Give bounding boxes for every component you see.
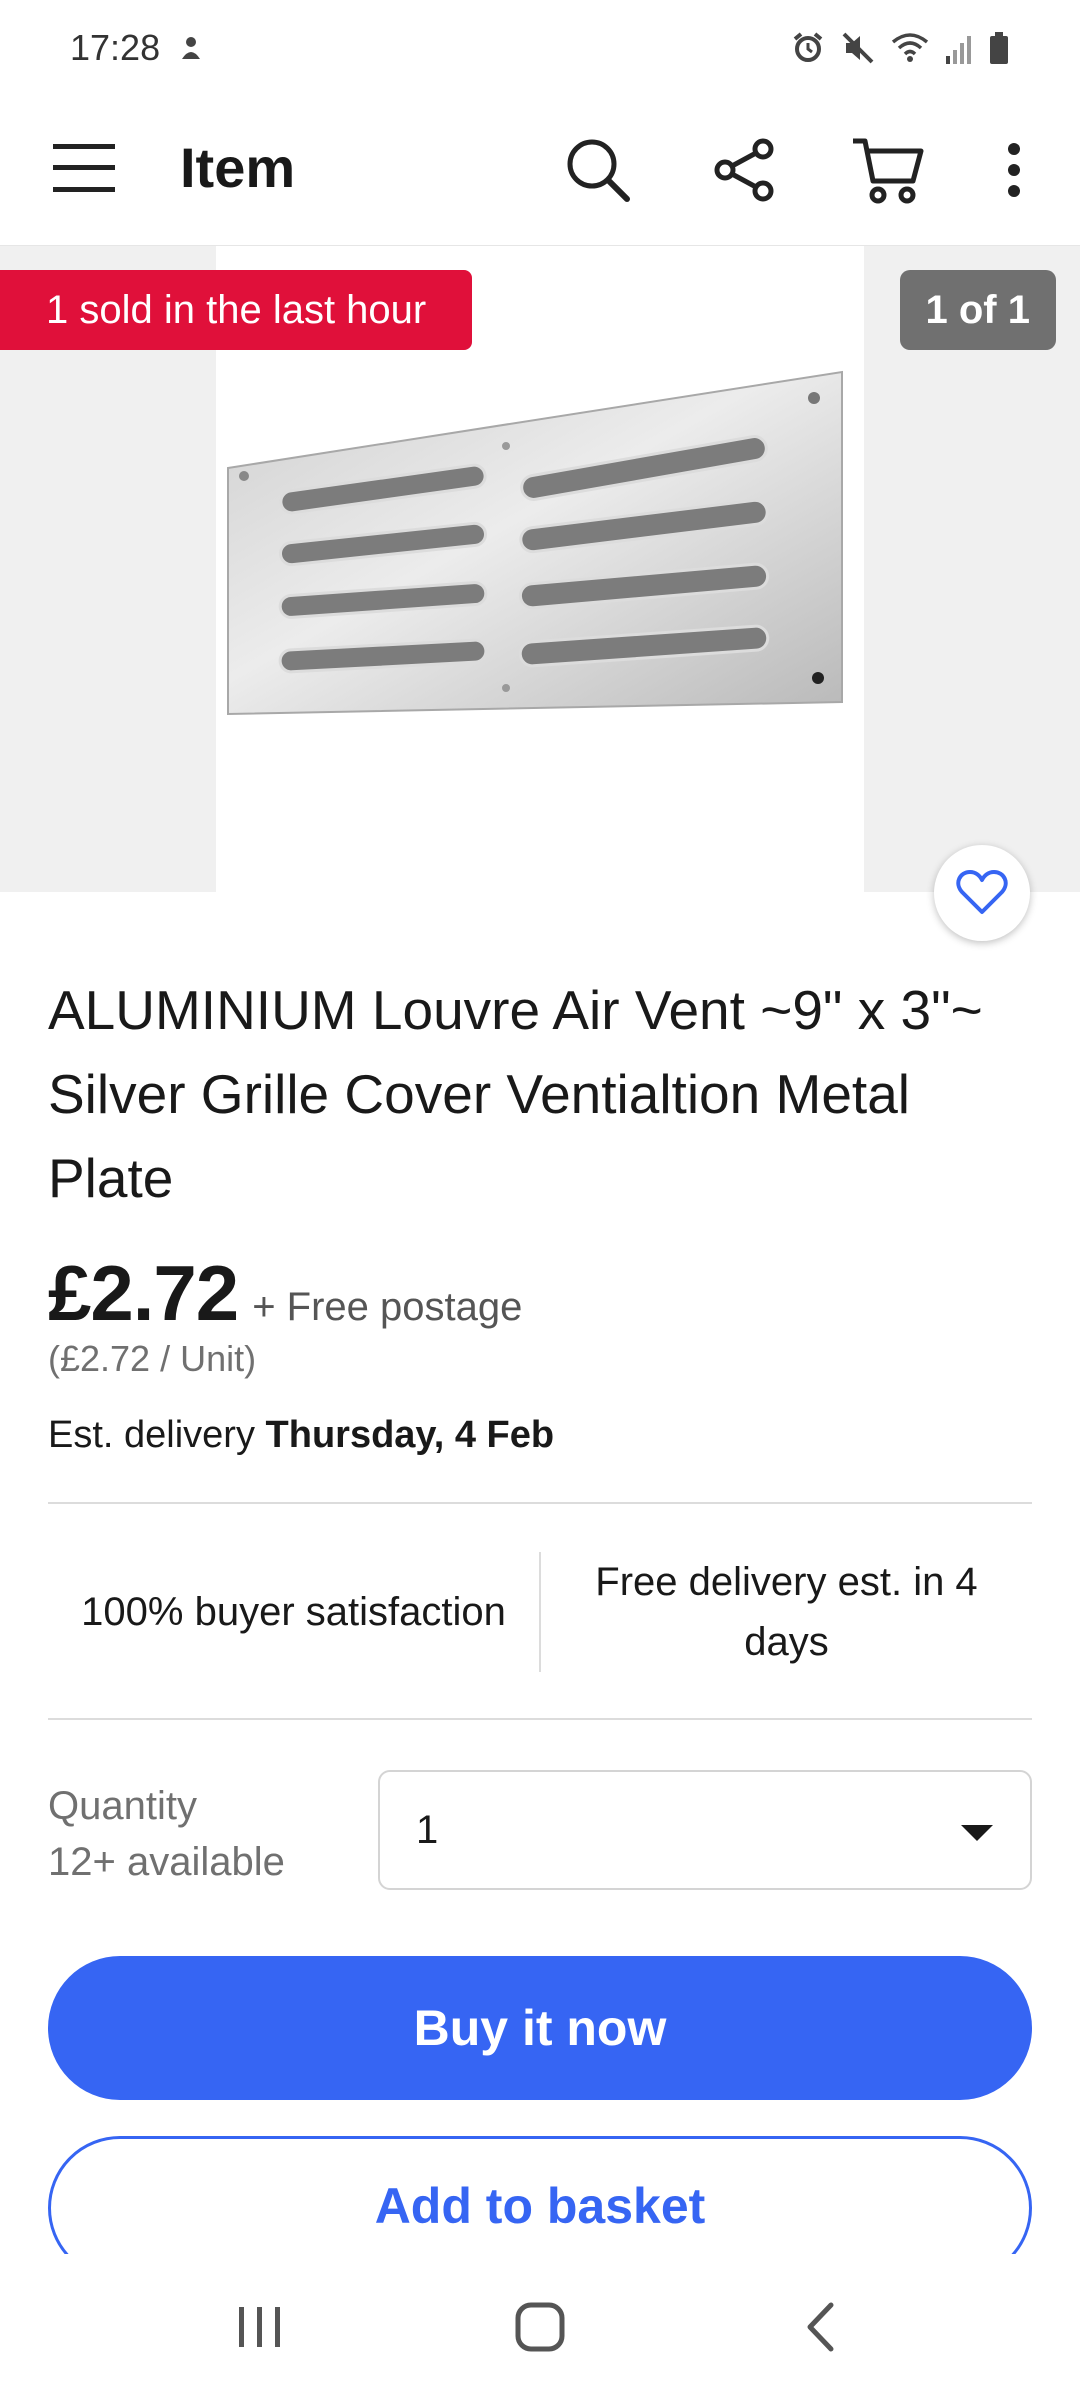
more-options-button[interactable] — [974, 130, 1054, 210]
notification-icon — [176, 33, 206, 63]
signal-icon — [944, 30, 974, 66]
system-nav-bar — [0, 2254, 1080, 2400]
back-icon — [807, 2302, 834, 2352]
quantity-available: 12+ available — [48, 1840, 285, 1884]
add-to-basket-wrapper: Add to basket — [0, 2132, 1080, 2254]
chevron-down-icon — [960, 1808, 994, 1853]
free-delivery-estimate: Free delivery est. in 4 days — [595, 1560, 978, 1664]
app-bar: Item — [0, 96, 1080, 246]
status-bar: 17:28 — [0, 0, 1080, 96]
more-vertical-icon — [1008, 143, 1020, 197]
image-count-badge: 1 of 1 — [899, 270, 1056, 350]
recent-apps-icon — [239, 2307, 280, 2347]
share-icon — [714, 138, 774, 202]
price-row: £2.72 + Free postage — [48, 1248, 522, 1339]
watch-button[interactable] — [934, 845, 1030, 941]
item-title: ALUMINIUM Louvre Air Vent ~9" x 3"~ Silv… — [48, 979, 983, 1209]
cart-button[interactable] — [848, 130, 928, 210]
hamburger-icon — [53, 144, 115, 192]
postage-text: + Free postage — [252, 1285, 523, 1329]
recent-apps-button[interactable] — [200, 2277, 320, 2377]
battery-icon — [988, 30, 1010, 66]
buyer-satisfaction: 100% buyer satisfaction — [81, 1590, 506, 1634]
image-gallery[interactable]: 1 sold in the last hour 1 of 1 — [0, 246, 1080, 892]
quantity-select[interactable]: 1 — [378, 1770, 1032, 1890]
back-button[interactable] — [760, 2277, 880, 2377]
divider — [48, 1718, 1032, 1720]
item-price: £2.72 — [48, 1249, 239, 1337]
buy-it-now-button[interactable]: Buy it now — [48, 1956, 1032, 2100]
home-button[interactable] — [480, 2277, 600, 2377]
cart-icon — [853, 138, 924, 204]
quantity-value: 1 — [416, 1807, 439, 1852]
share-button[interactable] — [704, 130, 784, 210]
wifi-icon — [890, 30, 930, 66]
sold-badge: 1 sold in the last hour — [0, 270, 473, 350]
quantity-label: Quantity — [48, 1784, 197, 1828]
home-icon — [515, 2302, 565, 2352]
delivery-estimate: Est. delivery Thursday, 4 Feb — [48, 1414, 554, 1457]
highlights: 100% buyer satisfaction Free delivery es… — [48, 1504, 1032, 1720]
search-button[interactable] — [558, 130, 638, 210]
alarm-icon — [790, 30, 826, 66]
mute-icon — [840, 30, 876, 66]
status-time: 17:28 — [70, 27, 161, 68]
add-to-basket-button[interactable]: Add to basket — [48, 2136, 1032, 2254]
heart-icon — [956, 870, 1008, 914]
quantity-label-block: Quantity 12+ available — [48, 1778, 285, 1890]
page-title: Item — [180, 136, 296, 199]
delivery-date: Thursday, 4 Feb — [265, 1414, 555, 1456]
delivery-label: Est. delivery — [48, 1414, 255, 1456]
menu-button[interactable] — [48, 132, 120, 204]
unit-price: (£2.72 / Unit) — [48, 1338, 257, 1379]
search-icon — [567, 139, 630, 202]
